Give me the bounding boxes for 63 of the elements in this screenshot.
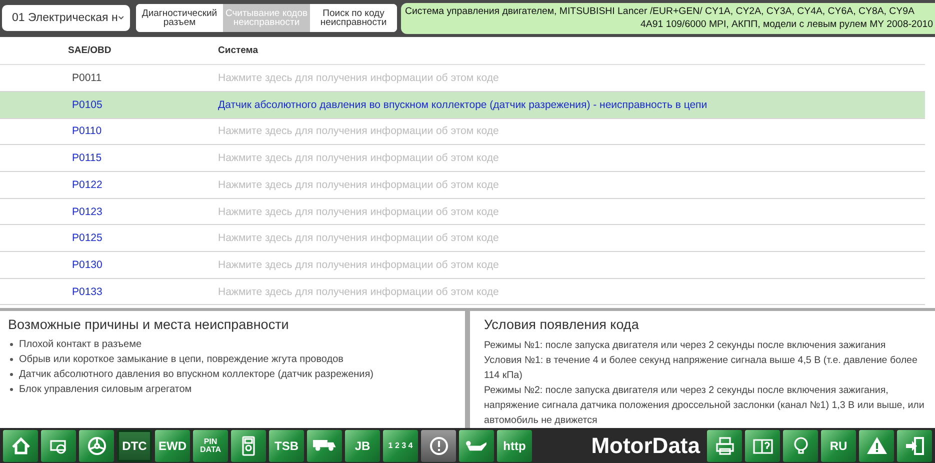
vehicle-title-line: Система управления двигателем, MITSUBISHI Lancer /EUR+GEN/ CY1A, CY2A, CY3A, CY4A, CY6A, CY8A, CY9A bbox=[405, 5, 916, 18]
code-description: Нажмите здесь для получения информации об этом коде bbox=[217, 286, 499, 298]
toolbar-button[interactable] bbox=[459, 430, 494, 462]
toolbar-button[interactable] bbox=[897, 430, 932, 462]
toolbar-button[interactable]: DTC bbox=[117, 430, 152, 462]
condition-text: Режимы №1: после запуска двигателя или через 2 секунды после включения зажигания bbox=[484, 339, 887, 354]
fault-code: P0011 bbox=[71, 72, 102, 84]
toolbar-button[interactable] bbox=[3, 430, 38, 462]
bullet-icon bbox=[10, 358, 13, 362]
code-row[interactable]: P0110 Нажмите здесь для получения информации об этом коде bbox=[0, 118, 925, 146]
bullet-icon bbox=[10, 373, 13, 376]
condition-text: Режимы №2: после запуска двигателя или через 2 секунды после включения зажигания, напряжение сигнала датчика положения дроссельной заслонки (канал №1) 1,3 В или выше, или автомобиль не движется bbox=[484, 384, 925, 428]
fault-code[interactable]: P0133 bbox=[0, 286, 102, 298]
code-row[interactable]: P0105 Датчик абсолютного давления во впускном коллекторе (датчик разрежения) - неисправность в цепи bbox=[0, 92, 925, 119]
code-description: Нажмите здесь для получения информации об этом коде bbox=[217, 152, 499, 164]
cause-item: Датчик абсолютного давления во впускном коллекторе (датчик разрежения) bbox=[19, 368, 374, 382]
panel-title: Условия появления кода bbox=[484, 317, 640, 332]
code-description: Нажмите здесь для получения информации об этом коде bbox=[217, 232, 499, 244]
fault-code[interactable]: P0125 bbox=[0, 232, 102, 244]
fault-code[interactable]: P0123 bbox=[0, 206, 102, 218]
bullet-icon bbox=[10, 343, 13, 346]
fault-code[interactable]: P0130 bbox=[0, 258, 102, 271]
toolbar-button[interactable] bbox=[783, 430, 818, 462]
code-description: Датчик абсолютного давления во впускном коллекторе (датчик разрежения) - неисправность в цепи bbox=[217, 98, 708, 111]
code-description: Нажмите здесь для получения информации об этом коде bbox=[217, 206, 499, 218]
toolbar-button[interactable] bbox=[79, 430, 114, 462]
toolbar-button[interactable] bbox=[859, 430, 894, 462]
toolbar-button[interactable] bbox=[231, 430, 266, 462]
condition-text: Условия №1: в течение 4 и более секунд напряжение сигнала выше 4,5 В (т.е. давление более 114 кПа) bbox=[484, 354, 918, 384]
chevron-icon bbox=[118, 15, 124, 22]
code-row[interactable]: P0123 Нажмите здесь для получения информации об этом коде bbox=[0, 198, 925, 226]
toolbar-button[interactable]: 1 2 3 4 bbox=[383, 430, 418, 462]
toolbar-button[interactable]: EWD bbox=[155, 430, 190, 462]
bullet-icon bbox=[10, 388, 13, 392]
cause-item: Плохой контакт в разъеме bbox=[19, 338, 142, 352]
fault-code[interactable]: P0115 bbox=[0, 152, 102, 164]
code-description: Нажмите здесь для получения информации об этом коде bbox=[217, 178, 499, 191]
code-description: Нажмите здесь для получения информации об этом коде bbox=[217, 125, 499, 138]
toolbar-button[interactable] bbox=[745, 430, 780, 462]
code-row[interactable]: P0133 Нажмите здесь для получения информации об этом коде bbox=[0, 278, 925, 306]
toolbar-button[interactable] bbox=[41, 430, 76, 462]
toolbar-button[interactable]: TSB bbox=[269, 430, 304, 462]
vehicle-title-line: 4A91 109/6000 MPI, АКПП, модели с левым рулем MY 2008-2010 bbox=[640, 18, 933, 32]
toolbar-button[interactable]: PIN DATA bbox=[193, 430, 228, 462]
truck-icon bbox=[313, 440, 336, 452]
toolbar-button[interactable]: http bbox=[497, 430, 532, 462]
code-description: Нажмите здесь для получения информации об этом коде bbox=[217, 258, 499, 271]
fault-code[interactable]: P0105 bbox=[0, 98, 102, 111]
section-select[interactable]: 01 Электрическая н bbox=[2, 5, 130, 32]
toolbar-button[interactable] bbox=[307, 430, 342, 462]
code-description: Нажмите здесь для получения информации об этом коде bbox=[217, 72, 499, 84]
fault-code[interactable]: P0122 bbox=[0, 178, 102, 191]
oil-can-icon bbox=[466, 440, 487, 450]
logo: MotorData bbox=[591, 432, 700, 458]
toolbar-button[interactable] bbox=[707, 430, 742, 462]
column-header: SAE/OBD bbox=[68, 44, 112, 56]
panel-title: Возможные причины и места неисправности bbox=[8, 317, 290, 332]
cause-item: Блок управления силовым агрегатом bbox=[19, 383, 192, 396]
fault-code[interactable]: P0110 bbox=[0, 125, 102, 138]
cause-item: Обрыв или короткое замыкание в цепи, повреждение жгута проводов bbox=[19, 353, 344, 366]
toolbar-button[interactable]: JB bbox=[345, 430, 380, 462]
toolbar-button[interactable]: RU bbox=[821, 430, 856, 462]
column-header: Система bbox=[218, 44, 258, 56]
